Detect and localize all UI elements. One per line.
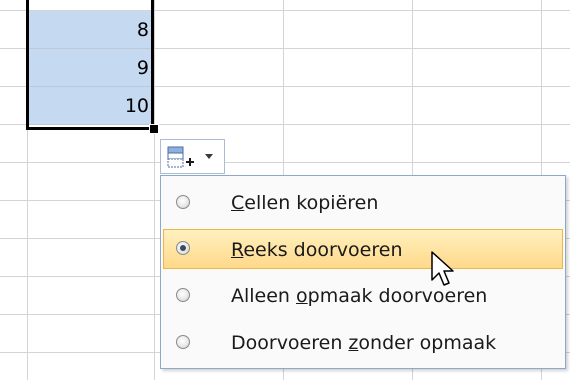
autofill-options-icon — [167, 146, 194, 168]
radio-icon[interactable] — [176, 288, 190, 302]
grid-line — [154, 0, 155, 380]
radio-icon[interactable] — [176, 195, 190, 209]
autofill-options-button[interactable] — [160, 139, 225, 174]
autofill-options-menu: Cellen kopiëren Reeks doorvoeren Alleen … — [160, 175, 566, 369]
dropdown-arrow-icon — [205, 154, 213, 159]
menu-item-label: Doorvoeren zonder opmaak — [231, 332, 497, 354]
grid-line — [0, 162, 570, 163]
menu-item-label: Cellen kopiëren — [231, 192, 379, 214]
menu-item-fill-formatting-only[interactable]: Alleen opmaak doorvoeren — [163, 276, 563, 316]
radio-icon[interactable] — [176, 335, 190, 349]
radio-dot — [180, 245, 186, 251]
menu-item-fill-series[interactable]: Reeks doorvoeren — [163, 229, 563, 269]
menu-item-fill-without-formatting[interactable]: Doorvoeren zonder opmaak — [163, 323, 563, 363]
selection-border — [26, 0, 154, 130]
fill-handle[interactable] — [149, 124, 159, 134]
menu-item-label: Reeks doorvoeren — [231, 239, 403, 261]
radio-selected-icon[interactable] — [176, 241, 190, 255]
menu-item-copy-cells[interactable]: Cellen kopiëren — [163, 183, 563, 223]
mouse-pointer-icon — [431, 251, 454, 286]
